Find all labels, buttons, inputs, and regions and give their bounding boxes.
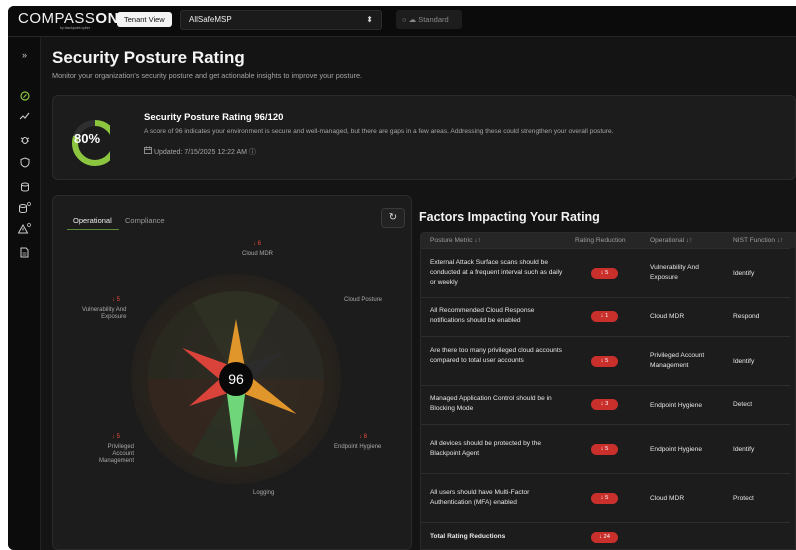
metric-cell: External Attack Surface scans should be … — [430, 259, 563, 286]
calendar-icon — [144, 146, 154, 156]
axis-label-cloud-posture: Cloud Posture — [344, 297, 383, 303]
total-row: Total Rating Reductions ↓ 24 — [421, 522, 790, 549]
table-row[interactable]: All Recommended Cloud Response notificat… — [421, 297, 790, 336]
mode-label: Standard — [418, 15, 449, 24]
axis-reduction-vulnerability: ↓ 5 — [112, 297, 121, 303]
info-icon[interactable]: ⓘ — [249, 149, 256, 156]
metric-cell: Managed Application Control should be in… — [430, 395, 552, 412]
collapse-icon[interactable]: » — [8, 50, 41, 60]
rating-percent: 80% — [73, 131, 101, 146]
mode-toggle[interactable]: ○ ☁ Standard — [396, 10, 462, 29]
reduction-pill: ↓ 5 — [591, 493, 618, 504]
metric-cell: Are there too many privileged cloud acco… — [430, 347, 562, 364]
sidebar: » — [8, 37, 41, 550]
logo-subtitle: by blackpoint cyber — [60, 26, 90, 30]
document-icon[interactable] — [8, 247, 41, 260]
alert-icon[interactable] — [8, 223, 41, 237]
table-row[interactable]: All devices should be protected by the B… — [421, 424, 790, 473]
page-subtitle: Monitor your organization's security pos… — [52, 71, 363, 80]
axis-label-privileged-account: Privileged Account Management — [99, 444, 135, 464]
nist-cell: Identify — [733, 446, 755, 453]
compassone-logo[interactable]: COMPASSONE — [18, 10, 129, 27]
reduction-pill: ↓ 5 — [591, 444, 618, 455]
axis-reduction-endpoint-hygiene: ↓ 8 — [359, 434, 368, 440]
axis-label-endpoint-hygiene: Endpoint Hygiene — [334, 444, 382, 450]
operational-cell: Vulnerability And Exposure — [650, 264, 699, 281]
nist-cell: Protect — [733, 495, 754, 502]
reduction-pill: ↓ 3 — [591, 399, 618, 410]
compass-icon[interactable] — [8, 91, 41, 103]
circle-icon: ○ — [402, 15, 407, 24]
column-operational[interactable]: Operational ↓↑ — [650, 237, 693, 244]
operational-cell: Cloud MDR — [650, 495, 685, 502]
total-label: Total Rating Reductions — [430, 533, 506, 540]
operational-cell: Endpoint Hygiene — [650, 402, 703, 409]
cloud-icon: ☁ — [408, 15, 417, 24]
rating-updated: Updated: 7/15/2025 12:22 AM ⓘ — [144, 146, 256, 157]
database-icon[interactable] — [8, 182, 41, 194]
tenant-select[interactable]: AllSafeMSP ⬍ — [180, 10, 382, 30]
axis-reduction-cloud-mdr: ↓ 6 — [253, 241, 262, 247]
trend-icon[interactable] — [8, 111, 41, 123]
shield-icon[interactable] — [8, 157, 41, 170]
reduction-pill: ↓ 5 — [591, 356, 618, 367]
axis-label-cloud-mdr: Cloud MDR — [242, 251, 274, 257]
bug-icon[interactable] — [8, 135, 41, 147]
factors-title: Factors Impacting Your Rating — [419, 210, 600, 224]
axis-label-logging: Logging — [253, 490, 275, 496]
logo-text: COMPASS — [18, 10, 96, 27]
tenant-view-button[interactable]: Tenant View — [117, 12, 172, 27]
table-row[interactable]: External Attack Surface scans should be … — [421, 248, 790, 297]
tenant-select-value: AllSafeMSP — [189, 15, 232, 24]
column-nist-function[interactable]: NIST Function ↓↑ — [733, 237, 783, 244]
factors-table: Posture Metric ↓↑ Rating Reduction Opera… — [420, 232, 796, 550]
table-row[interactable]: Are there too many privileged cloud acco… — [421, 336, 790, 385]
operational-cell: Privileged Account Management — [650, 352, 705, 369]
updated-text: Updated: 7/15/2025 12:22 AM — [153, 149, 247, 156]
rating-description: A score of 96 indicates your environment… — [144, 128, 614, 135]
table-header: Posture Metric ↓↑ Rating Reduction Opera… — [421, 233, 795, 248]
page-title: Security Posture Rating — [52, 48, 245, 67]
metric-cell: All devices should be protected by the B… — [430, 440, 542, 457]
nist-cell: Respond — [733, 313, 760, 320]
metric-cell: All users should have Multi-Factor Authe… — [430, 489, 530, 506]
app-window: COMPASSONE by blackpoint cyber Tenant Vi… — [8, 6, 796, 550]
column-rating-reduction[interactable]: Rating Reduction — [575, 237, 626, 244]
radar-chart: 96 — [131, 274, 341, 484]
score-value: 96 — [228, 371, 244, 387]
nist-cell: Detect — [733, 401, 753, 408]
table-row[interactable]: All users should have Multi-Factor Authe… — [421, 473, 790, 522]
nist-cell: Identify — [733, 358, 755, 365]
rating-summary-card: 80% Security Posture Rating 96/120 A sco… — [52, 95, 796, 180]
operational-cell: Endpoint Hygiene — [650, 446, 703, 453]
table-row[interactable]: Managed Application Control should be in… — [421, 385, 790, 424]
nist-cell: Identify — [733, 270, 755, 277]
database-stack-icon[interactable] — [8, 202, 41, 216]
radar-card: Operational Compliance ↻ 96 ↓ 6 Cloud MD… — [52, 195, 412, 550]
axis-label-vulnerability: Vulnerability And Exposure — [82, 307, 127, 320]
top-bar: COMPASSONE by blackpoint cyber Tenant Vi… — [8, 6, 796, 37]
rating-title: Security Posture Rating 96/120 — [144, 112, 284, 123]
total-reduction-pill: ↓ 24 — [591, 532, 618, 543]
reduction-pill: ↓ 1 — [591, 311, 618, 322]
metric-cell: All Recommended Cloud Response notificat… — [430, 307, 535, 324]
axis-reduction-privileged-account: ↓ 5 — [112, 434, 121, 440]
column-posture-metric[interactable]: Posture Metric ↓↑ — [430, 237, 481, 244]
reduction-pill: ↓ 5 — [591, 268, 618, 279]
updown-chevron-icon: ⬍ — [366, 15, 373, 24]
operational-cell: Cloud MDR — [650, 313, 685, 320]
